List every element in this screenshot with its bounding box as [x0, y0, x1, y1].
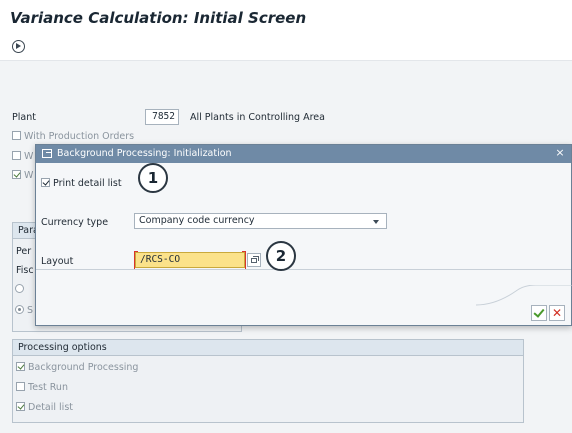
detail-list-checkbox[interactable]	[16, 402, 25, 411]
callout-1: 1	[138, 163, 168, 193]
option-row-w1: W	[12, 151, 33, 162]
layout-value: /RCS-CO	[140, 254, 181, 265]
currency-type-label: Currency type	[41, 217, 109, 228]
layout-label: Layout	[41, 256, 74, 267]
processing-options-header: Processing options	[13, 340, 523, 356]
dropdown-arrow-icon	[373, 220, 379, 224]
option-w1-checkbox[interactable]	[12, 151, 21, 160]
cancel-x-button[interactable]: ✕	[549, 305, 565, 321]
execute-clock-icon[interactable]	[12, 40, 25, 53]
dialog-separator	[36, 269, 571, 270]
background-processing-row: Background Processing	[16, 362, 138, 373]
parameters-radio-row-1	[15, 284, 24, 295]
detail-list-row: Detail list	[16, 402, 73, 413]
application-toolbar	[0, 36, 572, 61]
with-production-orders-row: With Production Orders	[12, 131, 134, 142]
option-w2-label: W	[24, 170, 34, 181]
background-processing-dialog: Background Processing: Initialization × …	[35, 144, 572, 326]
dialog-close-button[interactable]: ×	[554, 147, 566, 159]
layout-input[interactable]: /RCS-CO	[134, 251, 246, 270]
background-processing-checkbox[interactable]	[16, 362, 25, 371]
required-bracket-right	[242, 251, 246, 270]
period-label: Per	[16, 246, 32, 257]
layout-value-help-icon[interactable]	[247, 253, 261, 267]
plant-all-label: All Plants in Controlling Area	[190, 112, 325, 123]
test-run-row: Test Run	[16, 382, 68, 393]
plant-label: Plant	[12, 112, 36, 123]
parameters-radio-2[interactable]	[15, 305, 24, 314]
print-detail-list-row: Print detail list	[41, 178, 122, 189]
with-production-orders-checkbox[interactable]	[12, 131, 21, 140]
currency-type-value: Company code currency	[139, 215, 255, 226]
print-detail-list-checkbox[interactable]	[41, 178, 50, 187]
fiscal-year-label: Fisc	[16, 265, 34, 276]
with-production-orders-label: With Production Orders	[24, 131, 135, 142]
parameters-radio-2-label: S	[27, 305, 34, 316]
option-row-w2: W	[12, 170, 33, 181]
background-processing-label: Background Processing	[28, 362, 139, 373]
detail-list-label: Detail list	[28, 402, 73, 413]
dialog-window-icon	[42, 149, 52, 158]
plant-input[interactable]: 7852	[145, 109, 179, 125]
required-bracket-left	[134, 251, 138, 270]
callout-2: 2	[266, 241, 296, 271]
test-run-checkbox[interactable]	[16, 382, 25, 391]
page-title: Variance Calculation: Initial Screen	[10, 9, 307, 27]
dialog-footer-curve	[476, 285, 572, 306]
parameters-radio-1[interactable]	[15, 284, 24, 293]
test-run-label: Test Run	[28, 382, 68, 393]
processing-options-group: Processing options	[12, 339, 524, 423]
title-bar: Variance Calculation: Initial Screen	[0, 0, 572, 37]
currency-type-dropdown[interactable]: Company code currency	[134, 213, 387, 229]
confirm-check-icon[interactable]	[531, 305, 547, 321]
option-w1-label: W	[24, 151, 34, 162]
dialog-title-bar: Background Processing: Initialization ×	[36, 145, 571, 163]
dialog-title: Background Processing: Initialization	[57, 148, 232, 159]
print-detail-list-label: Print detail list	[53, 178, 122, 189]
option-w2-checkbox[interactable]	[12, 170, 21, 179]
parameters-radio-row-2: S	[15, 305, 33, 316]
